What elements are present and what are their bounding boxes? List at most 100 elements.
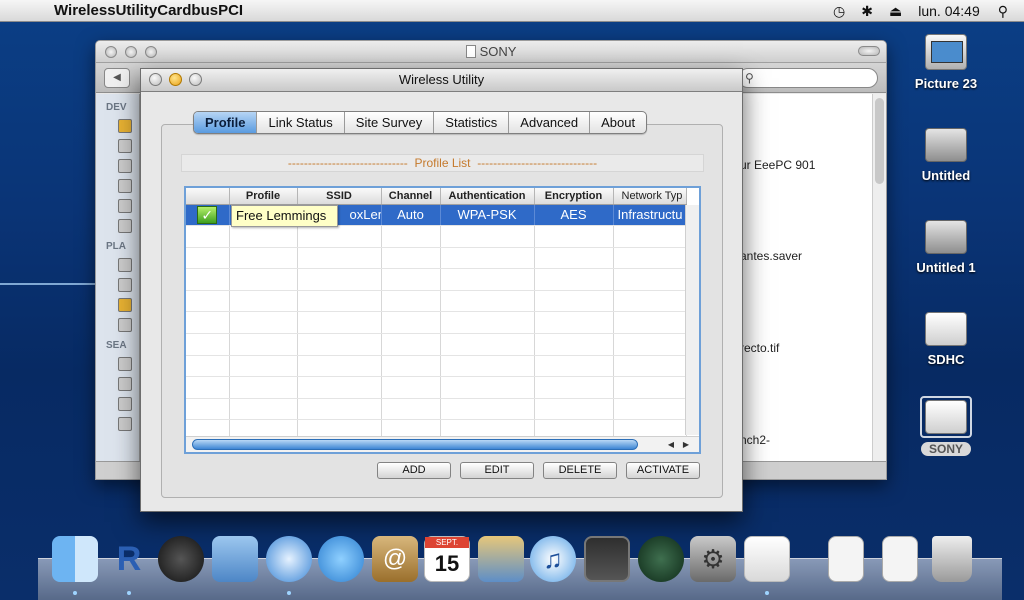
activate-button[interactable]: ACTIVATE bbox=[626, 462, 700, 479]
hard-drive-icon bbox=[925, 220, 967, 254]
ical-icon[interactable]: SEPT. 15 bbox=[424, 536, 470, 582]
documents-icon[interactable] bbox=[118, 318, 132, 332]
active-check-cell: ✓ bbox=[186, 204, 230, 227]
table-row[interactable] bbox=[186, 376, 687, 399]
trash-icon[interactable] bbox=[932, 536, 972, 582]
profile-list-dashes-left: ------------------------------ bbox=[287, 156, 408, 170]
table-row[interactable] bbox=[186, 333, 687, 356]
eject-icon[interactable]: ⏏ bbox=[889, 3, 902, 20]
home-icon[interactable] bbox=[118, 278, 132, 292]
address-book-icon[interactable]: @ bbox=[372, 536, 418, 582]
finder-icon[interactable] bbox=[52, 536, 98, 582]
scroll-left-arrow-icon[interactable]: ◀ bbox=[664, 439, 678, 450]
scroll-right-arrow-icon[interactable]: ▶ bbox=[679, 439, 693, 450]
sidebar-item-device[interactable] bbox=[118, 219, 132, 233]
clock-icon[interactable] bbox=[118, 397, 132, 411]
toolbar-toggle-button[interactable] bbox=[858, 46, 880, 56]
tab-profile[interactable]: Profile bbox=[194, 112, 258, 133]
close-button[interactable] bbox=[105, 46, 117, 58]
desktop-icon-untitled-1[interactable]: Untitled 1 bbox=[906, 214, 986, 275]
sidebar-item-device[interactable] bbox=[118, 199, 132, 213]
dashboard-icon[interactable] bbox=[158, 536, 204, 582]
vertical-scrollbar[interactable] bbox=[685, 205, 699, 435]
table-row[interactable] bbox=[186, 311, 687, 335]
system-preferences-icon[interactable]: ⚙ bbox=[690, 536, 736, 582]
app-menu[interactable]: WirelessUtilityCardbusPCI bbox=[54, 2, 243, 19]
itunes-icon[interactable]: ♫ bbox=[530, 536, 576, 582]
column-header-encryption[interactable]: Encryption bbox=[534, 188, 614, 205]
clock-icon[interactable] bbox=[118, 377, 132, 391]
ichat-icon[interactable] bbox=[318, 536, 364, 582]
file-item[interactable]: nch2- bbox=[740, 433, 770, 447]
pdf-document-icon[interactable] bbox=[828, 536, 864, 582]
textedit-icon[interactable] bbox=[744, 536, 790, 582]
sidebar-item-device[interactable] bbox=[118, 179, 132, 193]
removable-drive-icon bbox=[925, 312, 967, 346]
back-button[interactable]: ◀ bbox=[104, 68, 130, 88]
table-row[interactable] bbox=[186, 355, 687, 378]
safari-icon[interactable] bbox=[266, 536, 312, 582]
desktop-icon-label: Untitled 1 bbox=[916, 260, 976, 275]
desktop-icon-untitled[interactable]: Untitled bbox=[906, 122, 986, 183]
time-machine-icon[interactable] bbox=[638, 536, 684, 582]
menu-extras: ◷ ✱ ⏏ lun. 04:49 ⚲ bbox=[833, 0, 1024, 22]
spotlight-icon[interactable]: ⚲ bbox=[998, 3, 1008, 20]
column-header-ssid[interactable]: SSID bbox=[297, 188, 382, 205]
column-header-network-type[interactable]: Network Typ bbox=[613, 188, 687, 205]
table-row[interactable] bbox=[186, 398, 687, 421]
edit-button[interactable]: EDIT bbox=[460, 462, 534, 479]
delete-button[interactable]: DELETE bbox=[543, 462, 617, 479]
zoom-button[interactable] bbox=[189, 73, 202, 86]
column-header-authentication[interactable]: Authentication bbox=[440, 188, 535, 205]
tab-site-survey[interactable]: Site Survey bbox=[345, 112, 435, 133]
bluetooth-icon[interactable]: ✱ bbox=[861, 3, 873, 20]
sidebar-item-device[interactable] bbox=[118, 139, 132, 153]
file-item[interactable]: recto.tif bbox=[740, 341, 779, 355]
tab-about[interactable]: About bbox=[590, 112, 646, 133]
desktop-icon-picture[interactable]: Picture 23 bbox=[906, 34, 986, 91]
sidebar-header-places: PLA bbox=[106, 241, 126, 252]
tab-statistics[interactable]: Statistics bbox=[434, 112, 510, 133]
desktop-icon-sdhc[interactable]: SDHC bbox=[906, 306, 986, 367]
finder-scrollbar[interactable] bbox=[872, 94, 886, 461]
add-button[interactable]: ADD bbox=[377, 462, 451, 479]
horizontal-scroll-thumb[interactable] bbox=[192, 439, 638, 450]
column-header-profile[interactable]: Profile bbox=[229, 188, 298, 205]
sidebar-header-devices: DEV bbox=[106, 102, 127, 113]
menu-clock[interactable]: lun. 04:49 bbox=[918, 3, 980, 19]
spaces-icon[interactable] bbox=[584, 536, 630, 582]
time-machine-icon[interactable]: ◷ bbox=[833, 3, 845, 20]
desktop-icon-sony[interactable]: SONY bbox=[906, 396, 986, 456]
sidebar-item-device[interactable] bbox=[118, 119, 132, 133]
file-item[interactable]: antes.saver bbox=[740, 249, 802, 263]
column-header-channel[interactable]: Channel bbox=[381, 188, 441, 205]
profile-table: Profile SSID Channel Authentication Encr… bbox=[184, 186, 701, 454]
clock-icon[interactable] bbox=[118, 357, 132, 371]
document-icon bbox=[465, 45, 476, 58]
column-header-status[interactable] bbox=[186, 188, 230, 205]
horizontal-scrollbar[interactable]: ◀ ▶ bbox=[186, 436, 699, 452]
sidebar-header-search: SEA bbox=[106, 340, 127, 351]
folder-icon[interactable] bbox=[118, 417, 132, 431]
applications-icon[interactable] bbox=[118, 298, 132, 312]
table-row[interactable] bbox=[186, 268, 687, 291]
tab-advanced[interactable]: Advanced bbox=[509, 112, 591, 133]
tab-link-status[interactable]: Link Status bbox=[257, 112, 345, 133]
sidebar-item-place[interactable] bbox=[118, 258, 132, 272]
pdf-document-icon[interactable] bbox=[882, 536, 918, 582]
close-button[interactable] bbox=[149, 73, 162, 86]
tooltip: Free Lemmings bbox=[231, 205, 338, 227]
scroll-thumb[interactable] bbox=[875, 98, 884, 184]
file-item[interactable]: ur EeePC 901 bbox=[740, 158, 815, 172]
table-row[interactable] bbox=[186, 290, 687, 313]
table-row[interactable] bbox=[186, 247, 687, 270]
search-input[interactable]: ⚲ bbox=[738, 68, 878, 88]
sidebar-item-device[interactable] bbox=[118, 159, 132, 173]
preview-icon[interactable] bbox=[212, 536, 258, 582]
minimize-button[interactable] bbox=[125, 46, 137, 58]
iphoto-icon[interactable] bbox=[478, 536, 524, 582]
minimize-button[interactable] bbox=[169, 73, 182, 86]
r-app-icon[interactable]: R bbox=[106, 536, 152, 582]
zoom-button[interactable] bbox=[145, 46, 157, 58]
table-row[interactable] bbox=[186, 225, 687, 248]
